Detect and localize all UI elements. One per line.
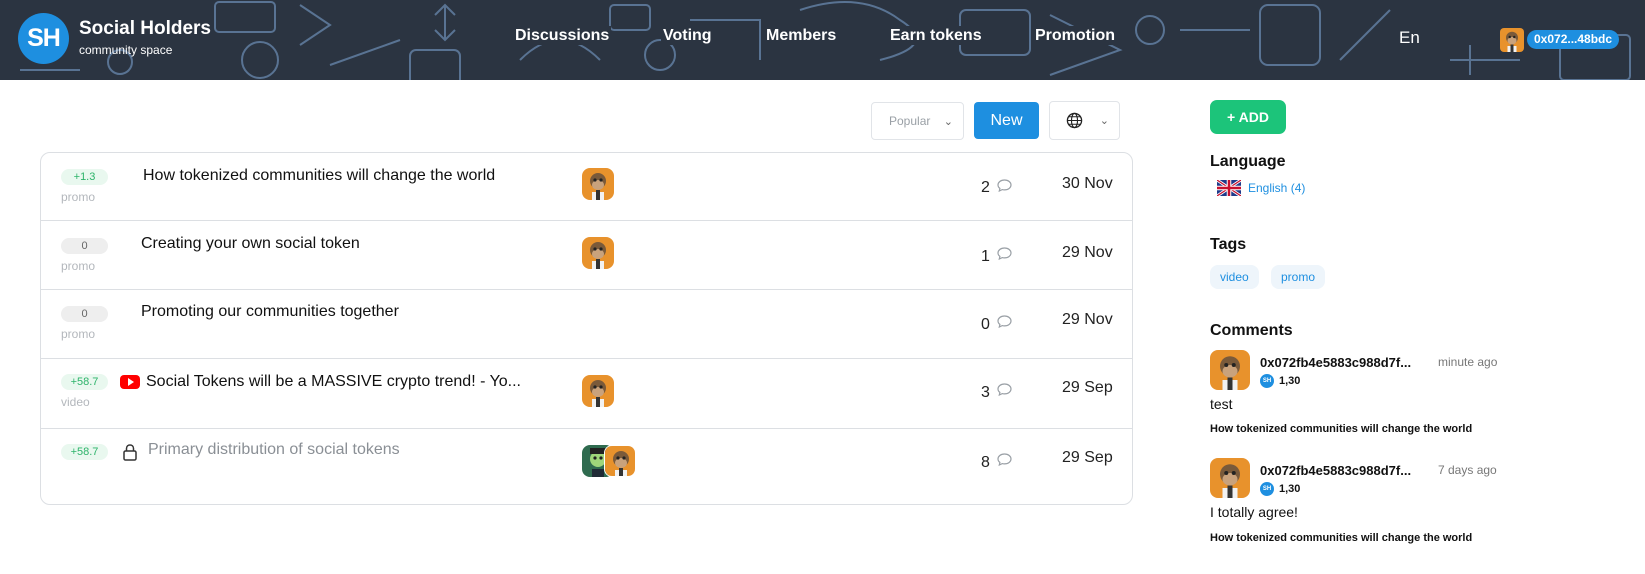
score-badge: 0: [61, 238, 108, 254]
comment-bubble-icon: [997, 179, 1012, 192]
uk-flag-icon: [1217, 180, 1241, 196]
lock-icon: [123, 444, 137, 461]
topic-tag: promo: [61, 259, 96, 273]
globe-icon: [1066, 112, 1083, 129]
topic-row[interactable]: +58.7 video Social Tokens will be a MASS…: [41, 359, 1132, 429]
comment-topic-link[interactable]: How tokenized communities will change th…: [1210, 532, 1472, 544]
tag-chip-video[interactable]: video: [1210, 265, 1259, 289]
comment-bubble-icon: [997, 453, 1012, 466]
language-heading: Language: [1210, 153, 1286, 170]
comment-count: 3: [981, 384, 990, 401]
comment-text: test: [1210, 396, 1233, 412]
comment-time: 7 days ago: [1438, 463, 1497, 477]
nav-voting[interactable]: Voting: [661, 26, 714, 51]
top-header: SH Social Holders community space Discus…: [0, 0, 1645, 80]
topic-title[interactable]: Promoting our communities together: [141, 303, 399, 321]
user-avatar[interactable]: [1500, 28, 1524, 52]
comment-bubble-icon: [997, 315, 1012, 328]
token-balance: 1,30: [1279, 483, 1301, 495]
comment-bubble-icon: [997, 247, 1012, 260]
commenter-avatar[interactable]: [1210, 350, 1250, 390]
topic-row[interactable]: 0 promo Creating your own social token 1…: [41, 221, 1132, 290]
comment-count: 1: [981, 248, 990, 265]
tag-chip-promo[interactable]: promo: [1271, 265, 1326, 289]
score-badge: +58.7: [61, 374, 108, 390]
score-badge: +1.3: [61, 169, 108, 185]
topics-list: +1.3 promo How tokenized communities wil…: [40, 152, 1133, 505]
comment-count: 0: [981, 316, 990, 333]
nav-discussions[interactable]: Discussions: [513, 26, 612, 51]
token-balance: 1,30: [1279, 375, 1301, 387]
topic-date: 29 Sep: [1062, 379, 1113, 396]
comment-count: 8: [981, 454, 990, 471]
language-switch[interactable]: En: [1399, 28, 1420, 48]
token-icon: SH: [1260, 374, 1274, 388]
score-badge: +58.7: [61, 444, 108, 460]
site-logo[interactable]: SH: [18, 13, 69, 64]
tags-heading: Tags: [1210, 236, 1247, 253]
topic-title[interactable]: How tokenized communities will change th…: [143, 167, 495, 185]
youtube-icon: [120, 375, 140, 389]
topic-tag: promo: [61, 190, 96, 204]
chevron-down-icon: ⌄: [1099, 115, 1109, 127]
comment-author[interactable]: 0x072fb4e5883c988d7f...: [1260, 355, 1411, 370]
comment-text: I totally agree!: [1210, 504, 1298, 520]
add-topic-button[interactable]: + ADD: [1210, 100, 1286, 134]
nav-earn-tokens[interactable]: Earn tokens: [888, 26, 984, 51]
comment-bubble-icon: [997, 383, 1012, 396]
new-topic-button[interactable]: New: [974, 102, 1039, 139]
comment-topic-link[interactable]: How tokenized communities will change th…: [1210, 423, 1472, 435]
topic-title[interactable]: Creating your own social token: [141, 235, 360, 253]
comment-author[interactable]: 0x072fb4e5883c988d7f...: [1260, 463, 1411, 478]
site-subtitle: community space: [79, 43, 173, 57]
language-filter-select[interactable]: ⌄: [1049, 101, 1120, 140]
topic-title[interactable]: Primary distribution of social tokens: [148, 441, 400, 459]
comment-time: minute ago: [1438, 355, 1498, 369]
comments-heading: Comments: [1210, 322, 1293, 339]
topic-title[interactable]: Social Tokens will be a MASSIVE crypto t…: [146, 373, 521, 391]
participant-avatar[interactable]: [604, 445, 636, 477]
user-address-badge[interactable]: 0x072...48bdc: [1527, 30, 1620, 49]
topic-row[interactable]: +58.7 Primary distribution of social tok…: [41, 429, 1132, 504]
token-icon: SH: [1260, 482, 1274, 496]
topic-row[interactable]: 0 promo Promoting our communities togeth…: [41, 290, 1132, 359]
topic-tag: video: [61, 395, 90, 409]
participant-avatar[interactable]: [582, 237, 614, 269]
sort-value: Popular: [889, 114, 931, 128]
commenter-avatar[interactable]: [1210, 458, 1250, 498]
topic-date: 30 Nov: [1062, 175, 1113, 192]
nav-promotion[interactable]: Promotion: [1033, 26, 1117, 51]
chevron-down-icon: ⌄: [943, 116, 953, 128]
site-title[interactable]: Social Holders: [79, 18, 211, 40]
topic-tag: promo: [61, 327, 96, 341]
score-badge: 0: [61, 306, 108, 322]
participant-avatar[interactable]: [582, 168, 614, 200]
nav-members[interactable]: Members: [764, 26, 839, 51]
topic-row[interactable]: +1.3 promo How tokenized communities wil…: [41, 153, 1132, 221]
topic-date: 29 Nov: [1062, 311, 1113, 328]
topic-date: 29 Nov: [1062, 244, 1113, 261]
participant-avatar[interactable]: [582, 375, 614, 407]
topic-date: 29 Sep: [1062, 449, 1113, 466]
language-filter-link[interactable]: English (4): [1248, 181, 1305, 195]
comment-count: 2: [981, 179, 990, 196]
sort-select[interactable]: Popular ⌄: [871, 102, 964, 140]
